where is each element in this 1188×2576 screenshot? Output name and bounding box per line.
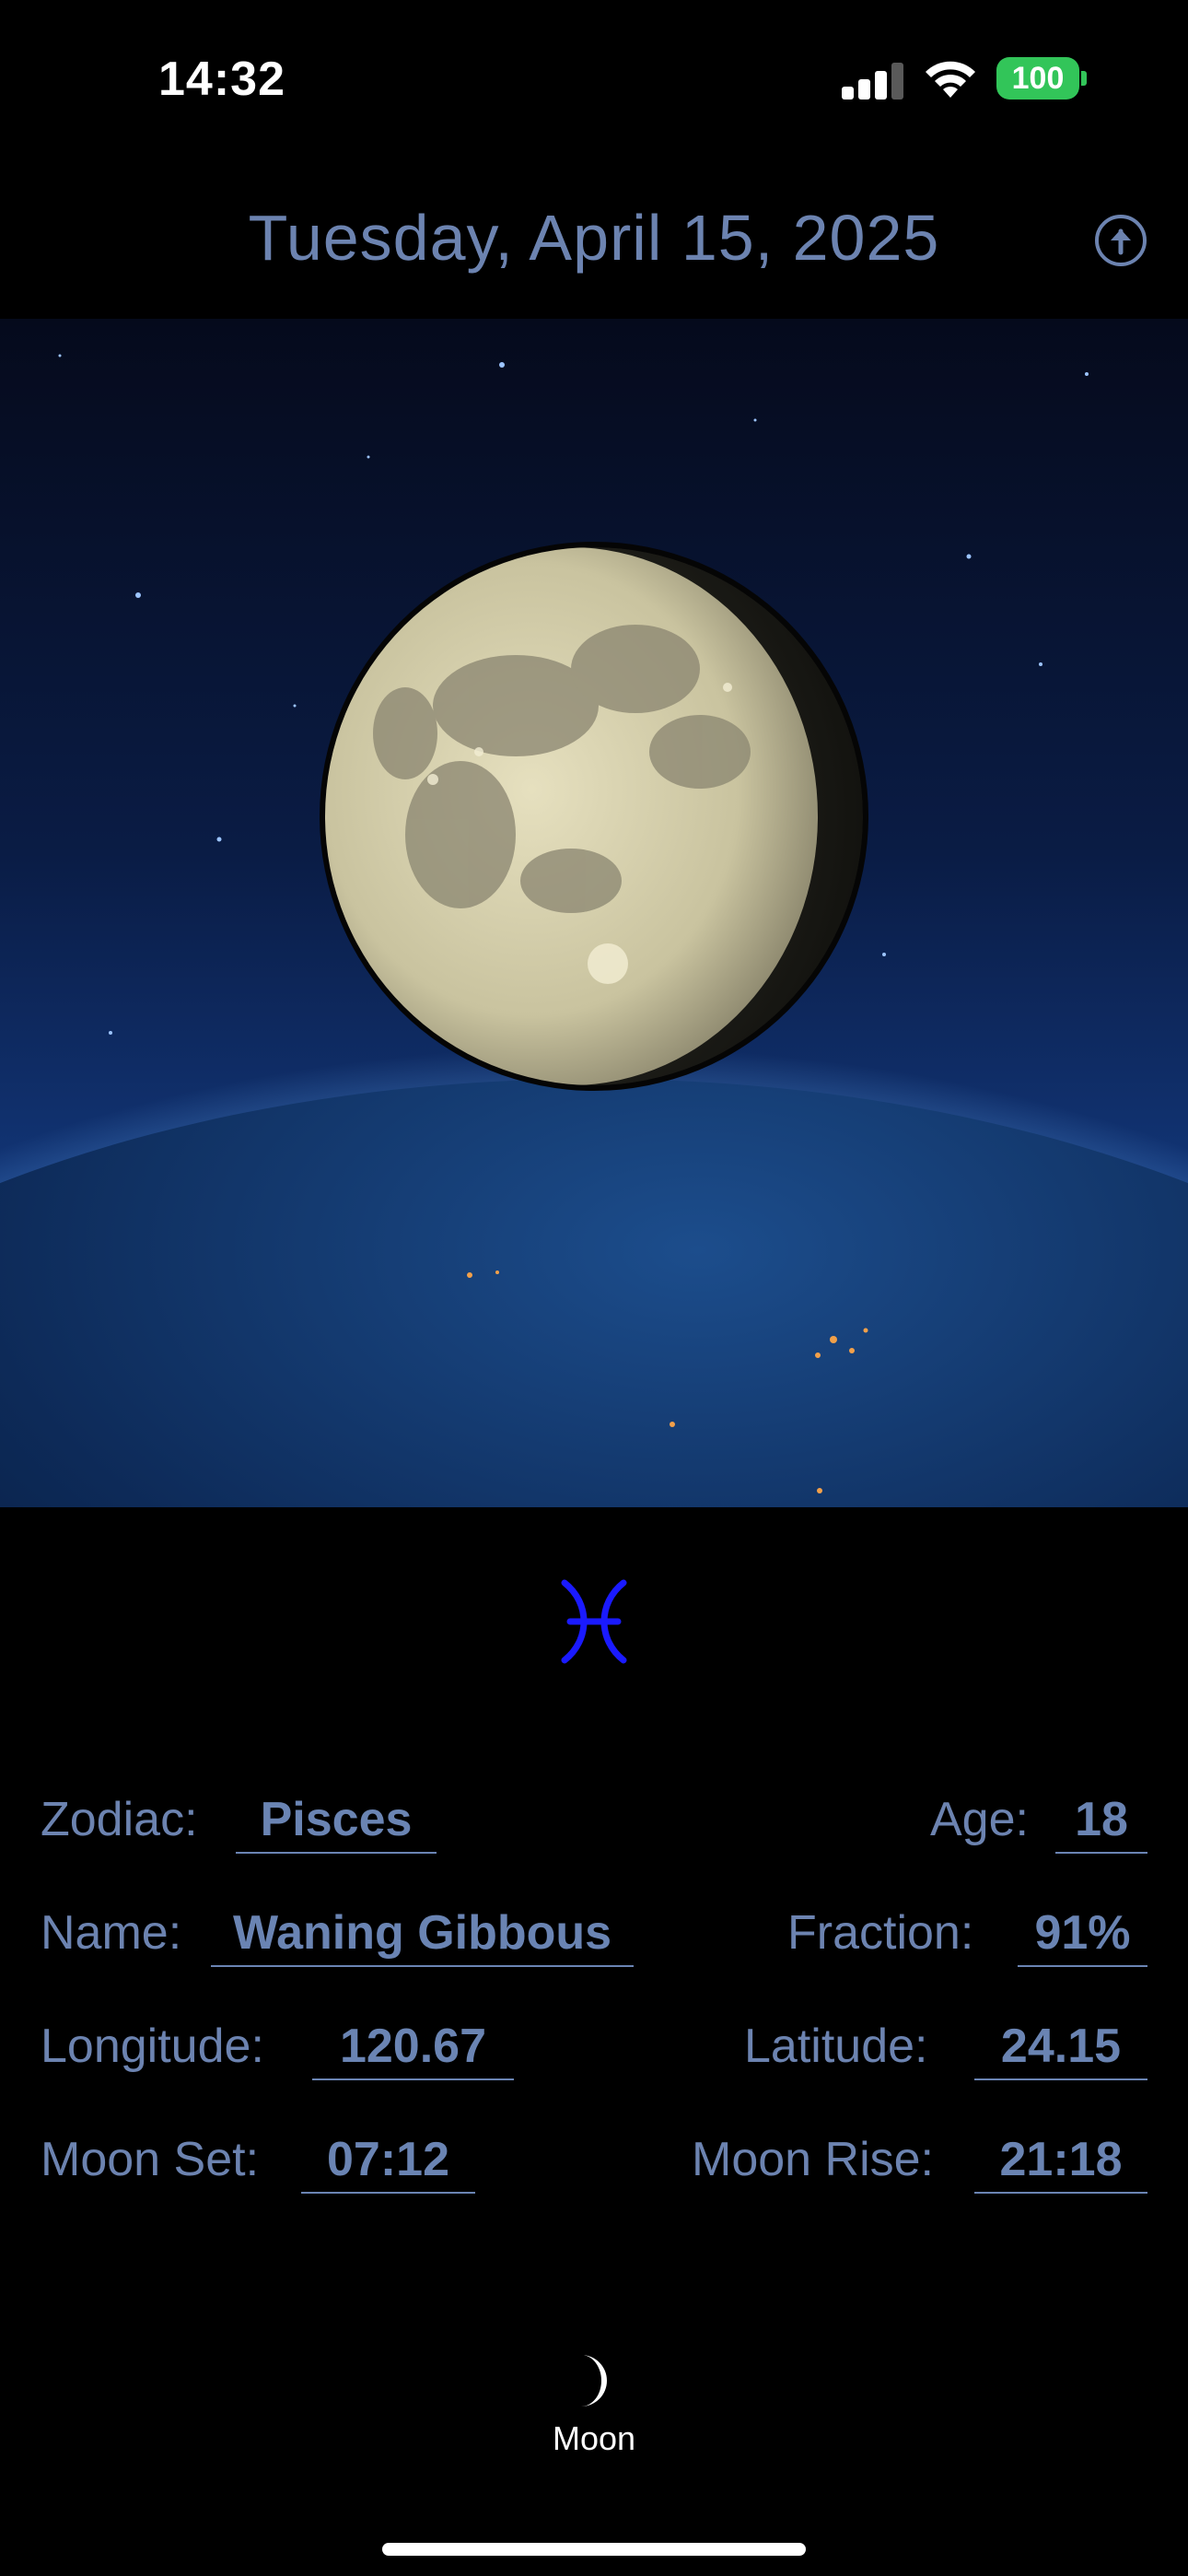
moonrise-value: 21:18 <box>974 2127 1147 2194</box>
tab-moon-label: Moon <box>552 2419 636 2457</box>
phase-name-value: Waning Gibbous <box>211 1901 634 1967</box>
fraction-label: Fraction: <box>787 1906 974 1960</box>
moon-scene-image <box>0 319 1188 1507</box>
moon-over-earth-illustration <box>0 319 1188 1507</box>
home-indicator[interactable] <box>382 2543 806 2556</box>
age-label: Age: <box>930 1793 1029 1846</box>
name-label: Name: <box>41 1906 182 1960</box>
longitude-value: 120.67 <box>312 2014 514 2080</box>
wifi-icon <box>926 61 975 98</box>
latitude-value: 24.15 <box>974 2014 1147 2080</box>
moonset-value: 07:12 <box>301 2127 475 2194</box>
status-time: 14:32 <box>158 53 285 106</box>
battery-icon: 100 <box>996 57 1079 100</box>
upload-arrow-circle-icon[interactable] <box>1094 214 1147 267</box>
moonset-label: Moon Set: <box>41 2133 260 2186</box>
fraction-value: 91% <box>1018 1901 1147 1967</box>
pisces-icon <box>561 1579 627 1664</box>
page-title: Tuesday, April 15, 2025 <box>248 202 940 274</box>
tab-moon[interactable]: Moon <box>502 2340 686 2469</box>
longitude-label: Longitude: <box>41 2020 264 2073</box>
age-value: 18 <box>1055 1787 1147 1854</box>
battery-cap <box>1081 71 1087 86</box>
zodiac-value: Pisces <box>236 1787 437 1854</box>
cellular-signal-icon <box>842 61 903 100</box>
zodiac-label: Zodiac: <box>41 1793 198 1846</box>
moonrise-label: Moon Rise: <box>692 2133 934 2186</box>
crescent-moon-icon <box>581 2355 607 2406</box>
latitude-label: Latitude: <box>744 2020 928 2073</box>
status-bar: 14:32 100 <box>0 0 1188 157</box>
